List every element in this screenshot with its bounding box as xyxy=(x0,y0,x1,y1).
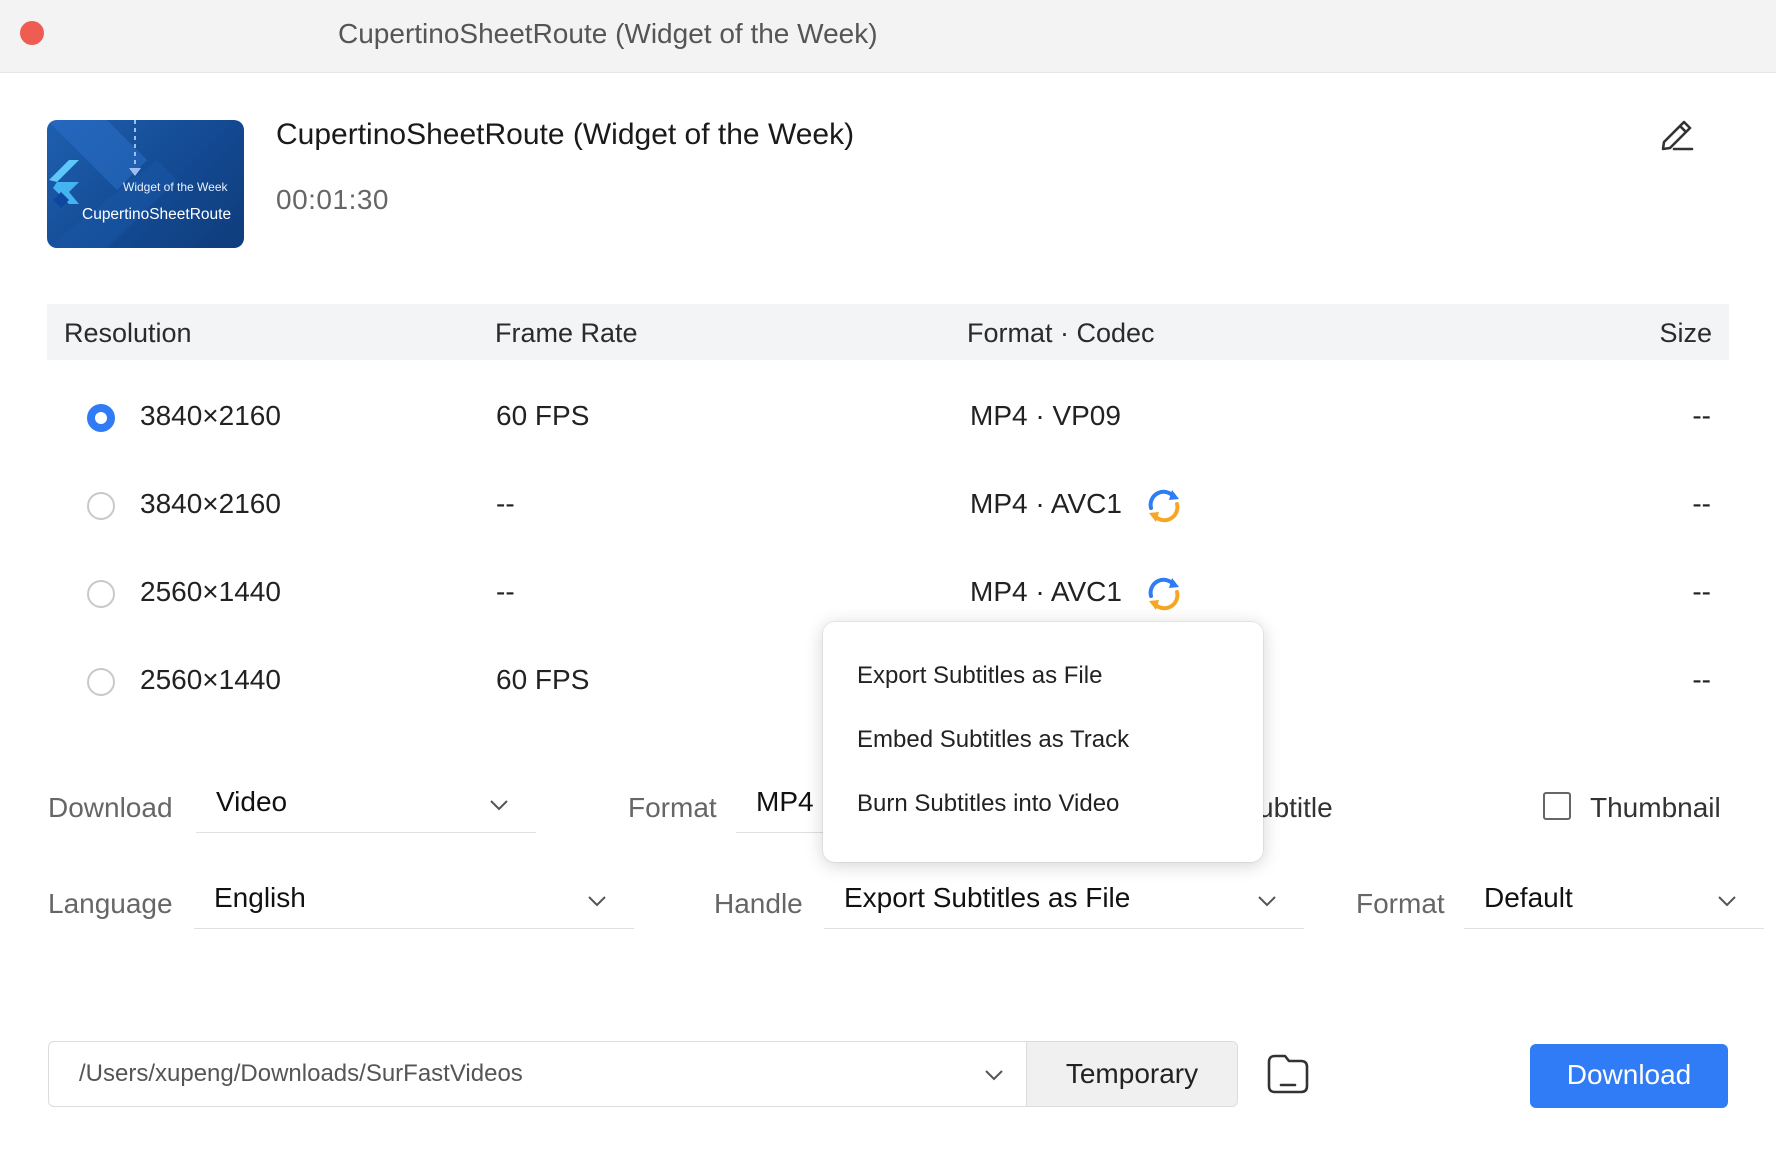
table-row[interactable]: 3840×2160 60 FPS MP4 · VP09 -- xyxy=(47,376,1729,464)
chevron-down-icon xyxy=(1718,896,1736,907)
video-title: CupertinoSheetRoute (Widget of the Week) xyxy=(276,118,855,151)
chevron-down-icon xyxy=(490,800,508,811)
row-frame-rate: -- xyxy=(496,488,515,519)
row-format-codec: MP4 · VP09 xyxy=(970,400,1121,431)
sync-icon[interactable] xyxy=(1144,486,1184,526)
handle-value: Export Subtitles as File xyxy=(844,882,1131,913)
thumbnail-subtitle: Widget of the Week xyxy=(123,180,228,194)
folder-icon[interactable] xyxy=(1265,1052,1311,1096)
radio-button[interactable] xyxy=(87,580,115,608)
save-path-field[interactable]: /Users/xupeng/Downloads/SurFastVideos Te… xyxy=(48,1041,1238,1107)
table-row[interactable]: 3840×2160 -- MP4 · AVC1 -- xyxy=(47,464,1729,552)
download-button[interactable]: Download xyxy=(1530,1044,1728,1108)
format-label: Format xyxy=(628,792,717,823)
handle-select[interactable]: Export Subtitles as File xyxy=(824,876,1304,929)
header-size: Size xyxy=(1659,318,1712,348)
download-type-value: Video xyxy=(216,786,288,817)
thumbnail-label[interactable]: Thumbnail xyxy=(1590,792,1721,824)
row-frame-rate: -- xyxy=(496,576,515,607)
chevron-down-icon xyxy=(588,896,606,907)
menu-item-export-file[interactable]: Export Subtitles as File xyxy=(857,662,1102,690)
close-icon[interactable] xyxy=(20,21,44,45)
language-label: Language xyxy=(48,888,173,919)
radio-selected[interactable] xyxy=(87,404,115,432)
row-resolution: 3840×2160 xyxy=(140,488,281,519)
header-resolution: Resolution xyxy=(64,318,192,348)
temporary-label: Temporary xyxy=(1065,1058,1199,1089)
row-resolution: 2560×1440 xyxy=(140,576,281,607)
temporary-button[interactable]: Temporary xyxy=(1026,1042,1237,1106)
video-duration: 00:01:30 xyxy=(276,184,389,215)
thumbnail-title: CupertinoSheetRoute xyxy=(82,206,232,223)
menu-item-embed-track[interactable]: Embed Subtitles as Track xyxy=(857,726,1129,754)
subtitle-label: ubtitle xyxy=(1258,792,1333,823)
language-value: English xyxy=(214,882,306,913)
video-thumbnail: Widget of the Week CupertinoSheetRoute xyxy=(47,120,244,248)
format-table-header: Resolution Frame Rate Format · Codec Siz… xyxy=(47,304,1729,360)
subtitle-format-select[interactable]: Default xyxy=(1464,876,1764,929)
menu-item-burn-video[interactable]: Burn Subtitles into Video xyxy=(857,790,1119,818)
row-size: -- xyxy=(1692,576,1711,607)
handle-label: Handle xyxy=(714,888,803,919)
row-resolution: 2560×1440 xyxy=(140,664,281,695)
save-path-value: /Users/xupeng/Downloads/SurFastVideos xyxy=(79,1060,523,1087)
row-frame-rate: 60 FPS xyxy=(496,664,590,695)
row-size: -- xyxy=(1692,400,1711,431)
download-type-label: Download xyxy=(48,792,173,823)
sync-icon[interactable] xyxy=(1144,574,1184,614)
handle-dropdown-menu: Export Subtitles as File Embed Subtitles… xyxy=(823,622,1263,862)
format-value: MP4 xyxy=(756,786,814,817)
window-title: CupertinoSheetRoute (Widget of the Week) xyxy=(338,18,878,49)
row-size: -- xyxy=(1692,488,1711,519)
subtitle-format-value: Default xyxy=(1484,882,1573,913)
row-frame-rate: 60 FPS xyxy=(496,400,590,431)
window-titlebar: CupertinoSheetRoute (Widget of the Week) xyxy=(0,0,1776,73)
radio-button[interactable] xyxy=(87,668,115,696)
header-format-codec: Format · Codec xyxy=(967,318,1155,348)
row-size: -- xyxy=(1692,664,1711,695)
row-format-codec: MP4 · AVC1 xyxy=(970,488,1122,519)
download-button-label: Download xyxy=(1566,1059,1692,1090)
download-type-select[interactable]: Video xyxy=(196,780,536,833)
chevron-down-icon[interactable] xyxy=(983,1064,1005,1086)
radio-button[interactable] xyxy=(87,492,115,520)
header-frame-rate: Frame Rate xyxy=(495,318,638,348)
subtitle-format-label: Format xyxy=(1356,888,1445,919)
row-resolution: 3840×2160 xyxy=(140,400,281,431)
chevron-down-icon xyxy=(1258,896,1276,907)
row-format-codec: MP4 · AVC1 xyxy=(970,576,1122,607)
edit-icon[interactable] xyxy=(1656,112,1698,154)
thumbnail-checkbox[interactable] xyxy=(1543,792,1571,820)
language-select[interactable]: English xyxy=(194,876,634,929)
